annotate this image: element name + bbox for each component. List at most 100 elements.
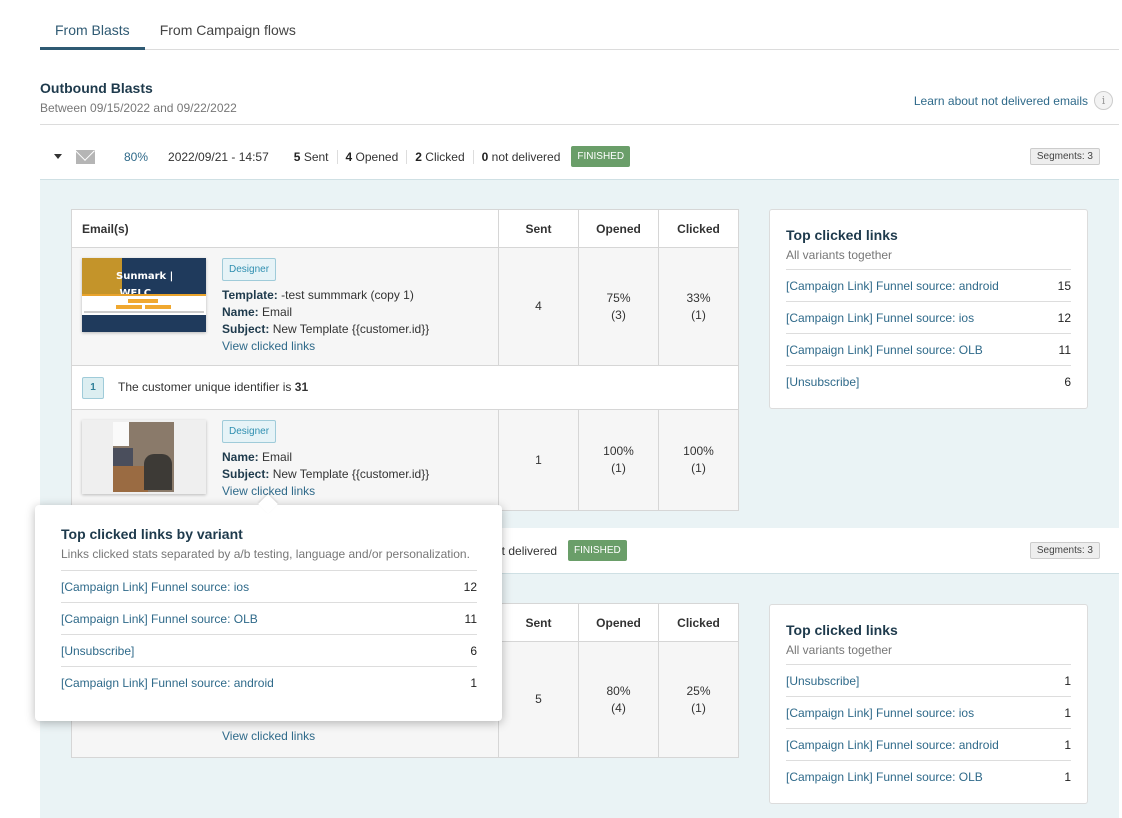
link-label[interactable]: [Campaign Link] Funnel source: OLB bbox=[61, 612, 258, 626]
link-row: [Campaign Link] Funnel source: ios 12 bbox=[61, 571, 477, 603]
learn-not-delivered: Learn about not delivered emails i bbox=[914, 91, 1113, 110]
segments-badge: Segments: 3 bbox=[1029, 148, 1100, 165]
learn-not-delivered-link[interactable]: Learn about not delivered emails bbox=[914, 94, 1088, 108]
stat-opened-count: 4 bbox=[345, 149, 353, 164]
link-count: 11 bbox=[464, 611, 477, 626]
emails-table: Email(s) Sent Opened Clicked Sunmark | W… bbox=[71, 209, 739, 511]
caret-down-icon[interactable] bbox=[54, 154, 62, 159]
view-clicked-links-link[interactable]: View clicked links bbox=[222, 338, 429, 355]
email-thumbnail[interactable] bbox=[82, 420, 206, 494]
subject-label: Subject: bbox=[222, 467, 270, 481]
col-clicked: Clicked bbox=[658, 209, 739, 248]
clicked-percent: 100% bbox=[683, 444, 714, 458]
template-line: Template: -test summmark (copy 1) bbox=[222, 287, 429, 304]
link-label[interactable]: [Campaign Link] Funnel source: android bbox=[786, 279, 999, 293]
stat-sent-label: Sent bbox=[303, 149, 329, 164]
popover-subtitle: Links clicked stats separated by a/b tes… bbox=[61, 547, 477, 571]
link-label[interactable]: [Campaign Link] Funnel source: ios bbox=[786, 706, 974, 720]
link-count: 1 bbox=[1064, 737, 1071, 752]
envelope-icon bbox=[76, 149, 95, 164]
link-label[interactable]: [Campaign Link] Funnel source: OLB bbox=[786, 343, 983, 357]
link-row: [Campaign Link] Funnel source: ios 1 bbox=[786, 697, 1071, 729]
stat-clicked-label: Clicked bbox=[425, 149, 465, 164]
link-count: 6 bbox=[1064, 375, 1071, 389]
opened-percent: 80% bbox=[606, 683, 631, 698]
col-opened: Opened bbox=[578, 209, 659, 248]
blast-details: Email(s) Sent Opened Clicked Sunmark | W… bbox=[40, 179, 1119, 528]
segments-badge: Segments: 3 bbox=[1029, 542, 1100, 559]
tab-from-blasts[interactable]: From Blasts bbox=[40, 12, 145, 50]
link-count: 1 bbox=[1064, 705, 1071, 720]
clicked-count: (1) bbox=[691, 307, 706, 322]
info-icon[interactable]: i bbox=[1094, 91, 1113, 110]
link-count: 1 bbox=[1064, 770, 1071, 784]
name-line: Name: Email bbox=[222, 449, 429, 466]
link-row: [Campaign Link] Funnel source: android 15 bbox=[786, 270, 1071, 302]
name-line: Name: Email bbox=[222, 304, 429, 321]
segment-text: The customer unique identifier is bbox=[118, 379, 295, 394]
sent-value: 4 bbox=[498, 247, 579, 366]
link-label[interactable]: [Campaign Link] Funnel source: android bbox=[786, 738, 999, 752]
tab-from-campaign-flows[interactable]: From Campaign flows bbox=[145, 12, 311, 50]
clicked-cell: 100% (1) bbox=[658, 409, 739, 511]
stat-clicked: 2 Clicked bbox=[406, 149, 472, 164]
status-badge: FINISHED bbox=[568, 540, 627, 561]
col-opened: Opened bbox=[578, 603, 659, 642]
opened-cell: 80% (4) bbox=[578, 641, 659, 758]
col-sent: Sent bbox=[498, 209, 579, 248]
link-label[interactable]: [Campaign Link] Funnel source: OLB bbox=[786, 770, 983, 784]
link-row: [Campaign Link] Funnel source: OLB 11 bbox=[61, 603, 477, 635]
sent-value: 5 bbox=[498, 641, 579, 758]
blast-row[interactable]: 80% 2022/09/21 - 14:57 5 Sent 4 Opened 2… bbox=[40, 134, 1119, 179]
sent-value: 1 bbox=[498, 409, 579, 511]
stat-not-delivered-count: 0 bbox=[481, 149, 489, 164]
top-clicked-links-card: Top clicked links All variants together … bbox=[769, 209, 1088, 409]
email-cell: Designer Name: Email Subject: New Templa… bbox=[71, 409, 499, 511]
open-rate: 80% bbox=[124, 149, 149, 164]
designer-tag: Designer bbox=[222, 258, 277, 281]
link-count: 1 bbox=[470, 676, 477, 690]
link-row: [Unsubscribe] 1 bbox=[786, 665, 1071, 697]
clicked-percent: 33% bbox=[686, 290, 711, 305]
view-clicked-links-link[interactable]: View clicked links bbox=[222, 483, 429, 500]
link-count: 12 bbox=[1057, 310, 1071, 325]
name-label: Name: bbox=[222, 450, 259, 464]
blast-stats: 5 Sent 4 Opened 2 Clicked 0 not delivere… bbox=[293, 149, 569, 164]
segment-cell: 1 The customer unique identifier is 31 bbox=[71, 365, 739, 410]
table-row: Designer Name: Email Subject: New Templa… bbox=[71, 409, 739, 511]
stat-opened: 4 Opened bbox=[336, 149, 407, 164]
link-row: [Campaign Link] Funnel source: android 1 bbox=[61, 667, 477, 699]
link-count: 1 bbox=[1064, 673, 1071, 688]
opened-count: (3) bbox=[611, 307, 626, 322]
link-count: 11 bbox=[1058, 342, 1071, 357]
link-row: [Unsubscribe] 6 bbox=[61, 635, 477, 667]
clicked-count: (1) bbox=[691, 700, 706, 715]
card-title: Top clicked links bbox=[786, 227, 898, 243]
link-label[interactable]: [Campaign Link] Funnel source: android bbox=[61, 676, 274, 690]
link-label[interactable]: [Unsubscribe] bbox=[786, 674, 859, 688]
card-title: Top clicked links bbox=[786, 622, 898, 638]
link-count: 6 bbox=[470, 643, 477, 658]
table-header-row: Email(s) Sent Opened Clicked bbox=[71, 209, 739, 248]
template-label: Template: bbox=[222, 288, 278, 302]
email-cell: Sunmark | WELC Designer Template: -test … bbox=[71, 247, 499, 366]
name-value: Email bbox=[262, 450, 293, 464]
link-label[interactable]: [Unsubscribe] bbox=[61, 644, 134, 658]
link-label[interactable]: [Unsubscribe] bbox=[786, 375, 859, 389]
table-row: Sunmark | WELC Designer Template: -test … bbox=[71, 247, 739, 366]
link-row: [Campaign Link] Funnel source: OLB 11 bbox=[786, 334, 1071, 366]
segment-value: 31 bbox=[294, 379, 309, 394]
clicked-cell: 33% (1) bbox=[658, 247, 739, 366]
clicked-cell: 25% (1) bbox=[658, 641, 739, 758]
subject-label: Subject: bbox=[222, 322, 270, 336]
link-label[interactable]: [Campaign Link] Funnel source: ios bbox=[786, 311, 974, 325]
col-sent: Sent bbox=[498, 603, 579, 642]
email-thumbnail[interactable]: Sunmark | WELC bbox=[82, 258, 206, 332]
stat-sent-count: 5 bbox=[293, 149, 301, 164]
subject-line: Subject: New Template {{customer.id}} bbox=[222, 466, 429, 483]
view-clicked-links-link[interactable]: View clicked links bbox=[222, 729, 315, 743]
link-label[interactable]: [Campaign Link] Funnel source: ios bbox=[61, 580, 249, 594]
opened-percent: 75% bbox=[606, 290, 631, 305]
clicked-count: (1) bbox=[691, 461, 706, 475]
link-count: 12 bbox=[463, 579, 477, 594]
